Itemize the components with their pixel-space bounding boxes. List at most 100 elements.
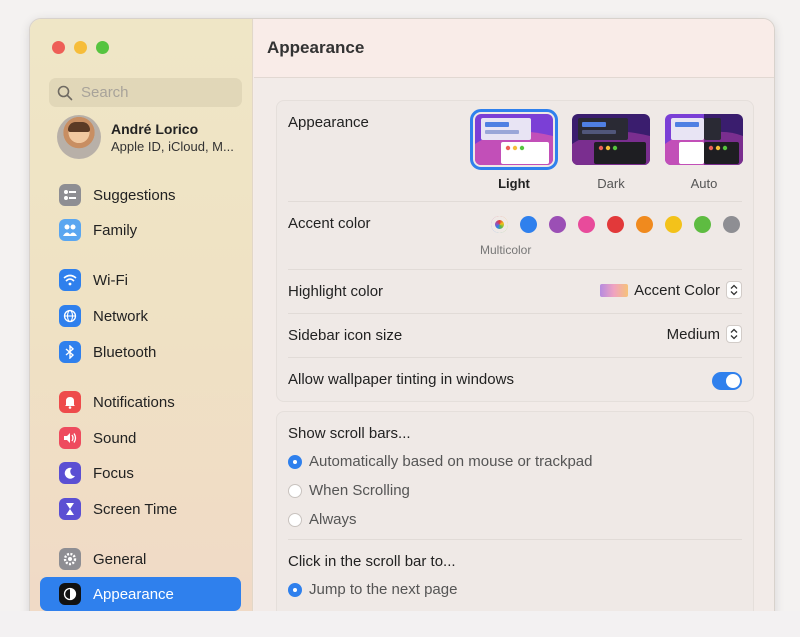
radio-scroll-always[interactable]: Always <box>288 511 357 528</box>
accent-blue-swatch[interactable] <box>520 216 537 233</box>
sidebar-item-label: General <box>93 550 147 568</box>
highlight-value: Accent Color <box>634 281 720 299</box>
highlight-color-popup[interactable]: Accent Color <box>600 281 742 299</box>
sidebar-item-label: Focus <box>93 464 134 482</box>
accent-graphite-swatch[interactable] <box>723 216 740 233</box>
zoom-button[interactable] <box>96 41 109 54</box>
appearance-dark-thumbnail[interactable] <box>572 114 650 165</box>
accent-pink-swatch[interactable] <box>578 216 595 233</box>
accent-green-swatch[interactable] <box>694 216 711 233</box>
radio-label: When Scrolling <box>309 482 410 499</box>
wallpaper-tinting-label: Allow wallpaper tinting in windows <box>288 371 514 388</box>
sidebar-icon-size-value: Medium <box>666 325 720 343</box>
search-field[interactable] <box>49 78 242 107</box>
wallpaper-tinting-row: Allow wallpaper tinting in windows <box>288 358 742 401</box>
radio-jump-next-page[interactable]: Jump to the next page <box>288 581 457 598</box>
sidebar-item-notifications[interactable]: Notifications <box>40 385 241 419</box>
appearance-icon <box>59 583 81 605</box>
accent-red-swatch[interactable] <box>607 216 624 233</box>
sidebar-icon-size-popup[interactable]: Medium <box>667 325 742 343</box>
sidebar-item-bluetooth[interactable]: Bluetooth <box>40 335 241 369</box>
accent-yellow-swatch[interactable] <box>665 216 682 233</box>
sidebar-item-suggestions[interactable]: Suggestions <box>40 178 241 212</box>
radio-button[interactable] <box>288 582 302 597</box>
divider <box>288 539 742 540</box>
sidebar-icon-size-label: Sidebar icon size <box>288 327 403 344</box>
accent-selected-label: Multicolor <box>480 243 532 257</box>
profile-subtitle: Apple ID, iCloud, M... <box>111 138 234 154</box>
appearance-light-label: Light <box>498 176 530 191</box>
content-pane: Appearance Appearance Light Dark Auto Ac… <box>254 19 774 636</box>
bottom-edge <box>0 611 800 637</box>
moon-icon <box>59 462 81 484</box>
chevron-updown-icon <box>726 281 742 299</box>
sidebar-item-family[interactable]: Family <box>40 213 241 247</box>
highlight-color-row: Highlight color Accent Color <box>288 270 742 314</box>
network-icon <box>59 305 81 327</box>
close-button[interactable] <box>52 41 65 54</box>
sidebar-item-focus[interactable]: Focus <box>40 456 241 490</box>
sidebar-item-label: Appearance <box>93 585 174 603</box>
radio-label: Jump to the next page <box>309 581 458 598</box>
sidebar-item-label: Screen Time <box>93 500 178 518</box>
sidebar-item-label: Network <box>93 307 149 325</box>
profile-card[interactable]: André Lorico Apple ID, iCloud, M... <box>57 115 234 159</box>
sound-icon <box>59 427 81 449</box>
content-header: Appearance <box>254 19 774 78</box>
scroll-bars-group: Show scroll bars... Automatically based … <box>276 411 754 636</box>
multicolor-swatch[interactable] <box>491 216 508 233</box>
sidebar-item-label: Sound <box>93 429 137 447</box>
sidebar-icon-size-row: Sidebar icon size Medium <box>288 314 742 358</box>
appearance-auto-thumbnail[interactable] <box>665 114 743 165</box>
page-title: Appearance <box>267 38 365 57</box>
minimize-button[interactable] <box>74 41 87 54</box>
sidebar-item-label: Suggestions <box>93 186 176 204</box>
search-input[interactable] <box>81 84 231 101</box>
sidebar-item-appearance[interactable]: Appearance <box>40 577 241 611</box>
appearance-row: Appearance Light Dark Auto <box>288 101 743 202</box>
highlight-swatch <box>600 283 629 297</box>
sidebar-item-network[interactable]: Network <box>40 299 241 333</box>
accent-color-label: Accent color <box>288 215 371 232</box>
gear-icon <box>59 548 81 570</box>
appearance-auto-label: Auto <box>690 176 718 191</box>
settings-window: André Lorico Apple ID, iCloud, M... Sugg… <box>29 18 775 637</box>
appearance-label: Appearance <box>288 114 369 131</box>
search-icon <box>57 85 73 100</box>
family-icon <box>59 219 81 241</box>
sidebar-item-screen-time[interactable]: Screen Time <box>40 492 241 526</box>
radio-button[interactable] <box>288 483 302 498</box>
chevron-updown-icon <box>726 325 742 343</box>
click-scroll-title: Click in the scroll bar to... <box>288 553 456 570</box>
appearance-settings-group: Appearance Light Dark Auto Accent color … <box>276 100 754 402</box>
sidebar-item-wifi[interactable]: Wi-Fi <box>40 263 241 297</box>
wallpaper-tinting-toggle[interactable] <box>712 372 742 390</box>
radio-label: Automatically based on mouse or trackpad <box>309 453 593 470</box>
suggestions-icon <box>59 184 81 206</box>
notifications-icon <box>59 391 81 413</box>
radio-label: Always <box>309 511 357 528</box>
sidebar-item-label: Bluetooth <box>93 343 157 361</box>
accent-orange-swatch[interactable] <box>636 216 653 233</box>
sidebar-item-label: Notifications <box>93 393 175 411</box>
radio-scroll-automatic[interactable]: Automatically based on mouse or trackpad <box>288 453 592 470</box>
sidebar-item-sound[interactable]: Sound <box>40 421 241 455</box>
radio-button[interactable] <box>288 512 302 527</box>
highlight-color-label: Highlight color <box>288 283 384 300</box>
appearance-light-thumbnail[interactable] <box>470 109 558 170</box>
accent-color-row: Accent color Multicolor <box>288 202 742 270</box>
accent-purple-swatch[interactable] <box>549 216 566 233</box>
sidebar-item-general[interactable]: General <box>40 542 241 576</box>
window-controls <box>52 41 109 54</box>
avatar <box>57 115 101 159</box>
hourglass-icon <box>59 498 81 520</box>
profile-name: André Lorico <box>111 120 199 137</box>
appearance-dark-label: Dark <box>597 176 625 191</box>
bluetooth-icon <box>59 341 81 363</box>
radio-scroll-when-scrolling[interactable]: When Scrolling <box>288 482 410 499</box>
scroll-bars-title: Show scroll bars... <box>288 425 411 442</box>
sidebar-item-label: Family <box>93 221 138 239</box>
radio-button[interactable] <box>288 454 302 469</box>
wifi-icon <box>59 269 81 291</box>
sidebar: André Lorico Apple ID, iCloud, M... Sugg… <box>30 19 253 636</box>
